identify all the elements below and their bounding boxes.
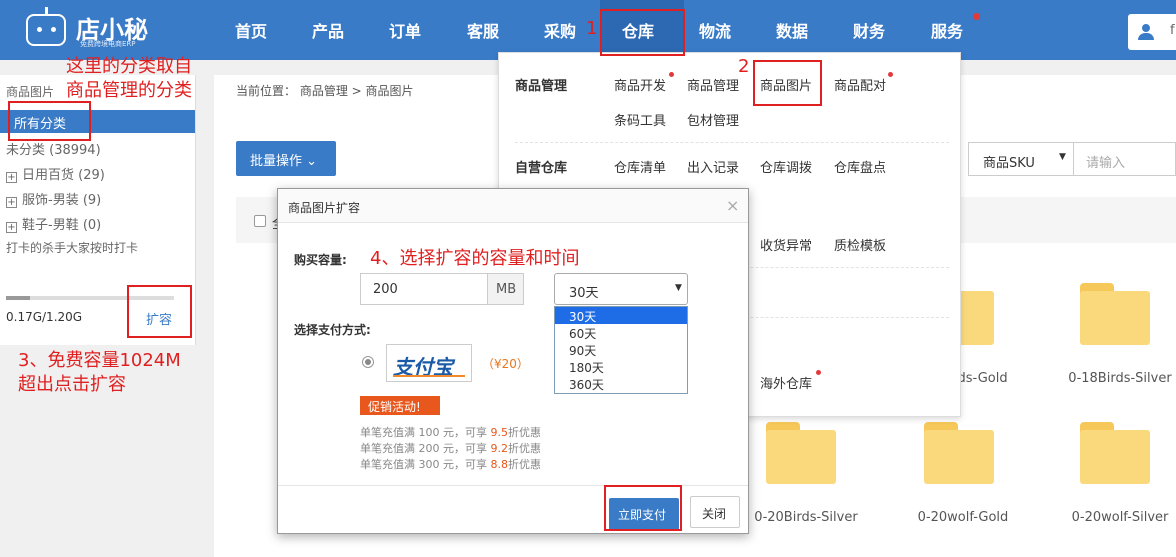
period-options-list: 30天 60天 90天 180天 360天 — [554, 306, 688, 394]
menu-section-own-warehouse: 自营仓库 — [515, 161, 568, 176]
promo-line: 单笔充值满 200 元，可享 9.2折优惠 — [360, 442, 541, 455]
annotation-box-all-categories — [8, 101, 91, 141]
nav-products[interactable]: 产品 — [312, 18, 344, 42]
annotation-step1: 1 — [586, 18, 598, 39]
payment-radio[interactable] — [362, 356, 374, 368]
capacity-progress-fill — [6, 296, 30, 300]
folder-icon[interactable] — [1080, 283, 1150, 345]
nav-data[interactable]: 数据 — [776, 18, 808, 42]
period-option[interactable]: 180天 — [555, 358, 687, 375]
menu-product-pairing[interactable]: 商品配对 — [834, 75, 886, 94]
period-option[interactable]: 90天 — [555, 341, 687, 358]
expand-capacity-dialog: 商品图片扩容 × 购买容量: 200 MB 30天 ▼ 30天 60天 90天 … — [277, 188, 749, 534]
user-initial: f — [1170, 23, 1175, 38]
period-select[interactable]: 30天 ▼ — [554, 273, 688, 305]
nav-logistics[interactable]: 物流 — [699, 18, 731, 42]
alipay-logo[interactable]: 支付宝 — [386, 344, 472, 382]
annotation-step3-line2: 超出点击扩容 — [18, 374, 126, 395]
promo-line: 单笔充值满 300 元，可享 8.8折优惠 — [360, 458, 541, 471]
folder-label[interactable]: 0-18Birds-Silver — [1040, 371, 1176, 386]
category-uncategorized[interactable]: 未分类 (38994) — [6, 139, 101, 158]
annotation-step3-line1: 3、免费容量1024M — [18, 350, 181, 371]
nav-purchase[interactable]: 采购 — [544, 18, 576, 42]
menu-divider — [515, 142, 949, 143]
promo-line: 单笔充值满 100 元，可享 9.5折优惠 — [360, 426, 541, 439]
brand-logo[interactable]: 店小秘 免费跨境电商ERP — [24, 6, 174, 54]
promo-badge: 促销活动! — [360, 396, 440, 415]
annotation-category-note-2: 商品管理的分类 — [66, 80, 192, 101]
annotation-category-note-1: 这里的分类取自 — [66, 56, 192, 77]
annotation-box-product-images — [753, 60, 822, 106]
brand-tagline: 免费跨境电商ERP — [80, 40, 136, 48]
payment-label: 选择支付方式: — [294, 323, 371, 337]
menu-product-mgmt[interactable]: 商品管理 — [687, 75, 739, 94]
period-option[interactable]: 360天 — [555, 375, 687, 392]
menu-inventory-count[interactable]: 仓库盘点 — [834, 157, 886, 176]
menu-overseas-warehouse[interactable]: 海外仓库 — [760, 373, 812, 392]
sidebar-title: 商品图片 — [6, 85, 55, 99]
robot-icon — [26, 7, 66, 46]
caret-down-icon: ▼ — [1059, 152, 1066, 162]
category-mens-shoes[interactable]: + 鞋子-男鞋 (0) — [6, 214, 101, 233]
menu-qc-template[interactable]: 质检模板 — [834, 235, 886, 254]
menu-warehouse-transfer[interactable]: 仓库调拨 — [760, 157, 812, 176]
menu-in-out-records[interactable]: 出入记录 — [687, 157, 739, 176]
menu-warehouse-list[interactable]: 仓库清单 — [614, 157, 666, 176]
expand-plus-icon[interactable]: + — [6, 222, 17, 233]
capacity-input[interactable]: 200 — [360, 273, 488, 305]
nav-customer-service[interactable]: 客服 — [467, 18, 499, 42]
nav-finance[interactable]: 财务 — [853, 18, 885, 42]
search-field-select[interactable]: 商品SKU ▼ — [968, 142, 1074, 176]
annotation-box-warehouse — [600, 9, 685, 56]
category-note[interactable]: 打卡的杀手大家按时打卡 — [6, 239, 138, 256]
menu-product-dev[interactable]: 商品开发 — [614, 75, 666, 94]
batch-operation-button[interactable]: 批量操作 ⌄ — [236, 141, 336, 176]
user-icon — [1142, 24, 1150, 32]
breadcrumb: 当前位置： 商品管理 > 商品图片 — [236, 84, 414, 98]
menu-packaging-mgmt[interactable]: 包材管理 — [687, 110, 739, 129]
new-dot — [888, 72, 893, 77]
search-input[interactable]: 请输入 — [1074, 142, 1176, 176]
price-text: （¥20） — [482, 357, 529, 371]
expand-plus-icon[interactable]: + — [6, 172, 17, 183]
folder-icon[interactable] — [1080, 422, 1150, 484]
annotation-box-expand-link — [127, 285, 192, 338]
folder-label[interactable]: 0-20Birds-Silver — [726, 510, 886, 525]
folder-label[interactable]: 0-20wolf-Silver — [1040, 510, 1176, 525]
services-badge-dot — [973, 13, 980, 20]
category-menswear[interactable]: + 服饰-男装 (9) — [6, 189, 101, 208]
folder-icon[interactable] — [766, 422, 836, 484]
annotation-step4: 4、选择扩容的容量和时间 — [370, 248, 580, 269]
menu-section-product-mgmt: 商品管理 — [515, 79, 568, 94]
expand-plus-icon[interactable]: + — [6, 197, 17, 208]
caret-down-icon: ▼ — [675, 283, 682, 293]
nav-services[interactable]: 服务 — [931, 18, 963, 42]
user-menu[interactable]: f — [1128, 14, 1176, 50]
period-option[interactable]: 30天 — [555, 307, 687, 324]
new-dot — [669, 72, 674, 77]
period-option[interactable]: 60天 — [555, 324, 687, 341]
nav-orders[interactable]: 订单 — [389, 18, 421, 42]
category-daily-goods[interactable]: + 日用百货 (29) — [6, 164, 105, 183]
capacity-used-text: 0.17G/1.20G — [6, 310, 83, 324]
folder-icon[interactable] — [924, 422, 994, 484]
select-all-checkbox[interactable] — [254, 215, 266, 227]
new-dot — [816, 370, 821, 375]
close-icon[interactable]: × — [726, 196, 739, 215]
folder-label[interactable]: 0-20wolf-Gold — [883, 510, 1043, 525]
dialog-header: 商品图片扩容 × — [278, 189, 748, 223]
menu-receiving-exception[interactable]: 收货异常 — [760, 235, 812, 254]
capacity-label: 购买容量: — [294, 253, 347, 267]
dialog-title: 商品图片扩容 — [288, 201, 361, 215]
annotation-box-pay-button — [604, 485, 682, 531]
menu-barcode-tool[interactable]: 条码工具 — [614, 110, 666, 129]
nav-home[interactable]: 首页 — [235, 18, 267, 42]
close-button[interactable]: 关闭 — [690, 496, 740, 528]
capacity-unit: MB — [488, 273, 524, 305]
annotation-step2: 2 — [738, 56, 750, 77]
